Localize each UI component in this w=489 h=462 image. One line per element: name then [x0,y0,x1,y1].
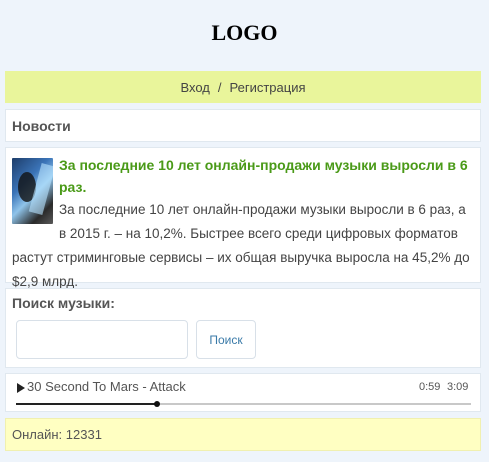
news-heading: Новости [5,109,481,142]
play-icon[interactable] [17,383,25,393]
search-label: Поиск музыки: [12,295,115,311]
auth-bar: Вход / Регистрация [5,71,481,103]
news-article-text: За последние 10 лет онлайн-продажи музык… [12,202,470,289]
logo[interactable]: LOGO [0,0,489,66]
music-search-input[interactable] [16,320,188,359]
progress-fill [16,403,158,405]
news-article: За последние 10 лет онлайн-продажи музык… [5,147,481,289]
online-counter: Онлайн: 12331 [5,418,481,451]
news-thumbnail-image[interactable] [12,158,53,224]
progress-knob[interactable] [154,401,161,407]
login-link[interactable]: Вход [180,80,209,95]
total-time: 3:09 [447,381,469,393]
news-article-title[interactable]: За последние 10 лет онлайн-продажи музык… [12,154,476,198]
music-search-panel: Поиск музыки: Поиск [5,288,481,368]
search-button[interactable]: Поиск [196,320,256,359]
current-time: 0:59 [419,381,441,393]
audio-player: 30 Second To Mars - Attack 0:59 3:09 [5,373,481,412]
progress-bar[interactable] [16,401,471,407]
auth-separator: / [217,79,222,95]
track-title: 30 Second To Mars - Attack [27,379,186,394]
register-link[interactable]: Регистрация [230,80,306,95]
